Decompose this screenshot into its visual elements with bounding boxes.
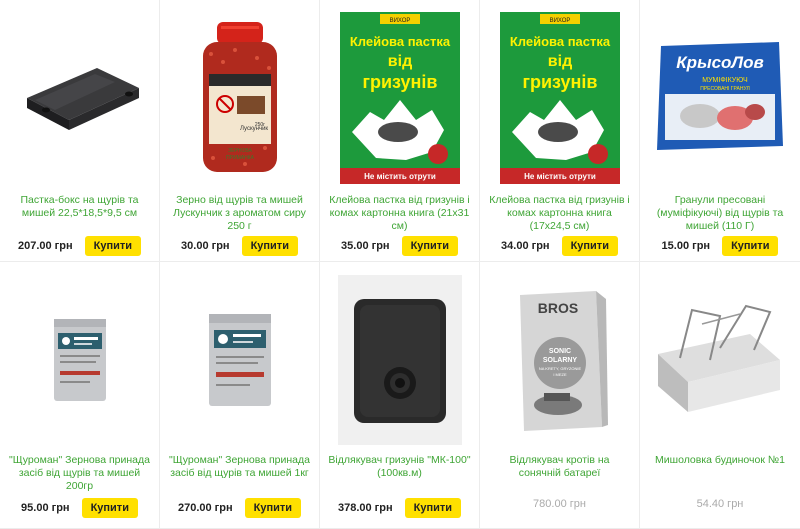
product-price: 378.00 грн xyxy=(337,502,393,514)
product-image-glue-trap[interactable]: ВИХОР Клейова пастка від гризунів Не міс… xyxy=(480,8,639,188)
product-card[interactable]: BROS SONIC SOLARNY NA KRETY, GRYZONIE I … xyxy=(480,262,640,529)
product-price: 15.00 грн xyxy=(661,240,711,252)
product-grid: Пастка-бокс на щурів та мишей 22,5*18,5*… xyxy=(0,0,800,529)
pack-headline-3: гризунів xyxy=(362,72,437,92)
product-card[interactable]: ВИХОР Клейова пастка від гризунів Не міс… xyxy=(320,0,480,262)
product-title[interactable]: Відлякувач гризунів "МК-100" (100кв.м) xyxy=(328,454,471,494)
buy-button[interactable]: Купити xyxy=(244,498,302,518)
product-price: 30.00 грн xyxy=(181,240,230,252)
product-price: 35.00 грн xyxy=(341,240,390,252)
product-card[interactable]: Мишоловка будиночок №1 54.40 грн xyxy=(640,262,800,529)
product-title[interactable]: Пастка-бокс на щурів та мишей 22,5*18,5*… xyxy=(8,194,151,234)
buy-button[interactable]: Купити xyxy=(404,498,462,518)
product-title[interactable]: Зерно від щурів та мишей Лускунчик з аро… xyxy=(168,194,311,234)
product-title[interactable]: Гранули пресовані (муміфікуючі) від щурі… xyxy=(648,194,792,234)
pack-headline-2: від xyxy=(387,53,411,70)
buy-button[interactable]: Купити xyxy=(84,236,142,256)
product-image-bait-box[interactable] xyxy=(0,8,159,188)
brand-logo: ВИХОР xyxy=(389,18,410,24)
buy-button[interactable]: Купити xyxy=(81,498,138,518)
box-line-3: NA KRETY, GRYZONIE xyxy=(538,366,581,371)
product-card[interactable]: Відлякувач гризунів "МК-100" (100кв.м) 3… xyxy=(320,262,480,529)
product-card[interactable]: ВИХОР Клейова пастка від гризунів Не міс… xyxy=(480,0,640,262)
product-card[interactable]: Лускунчик 250г ЗЕРНОВА ПРИМАНКА Зерно ві… xyxy=(160,0,320,262)
product-title[interactable]: Мишоловка будиночок №1 xyxy=(648,454,792,494)
product-title[interactable]: Клейова пастка від гризунів і комах карт… xyxy=(488,194,631,234)
product-card[interactable]: "Щуроман" Зернова принада засіб від щурі… xyxy=(0,262,160,529)
product-card[interactable]: КрысоЛов МУМІФІКУЮЧ ПРЕСОВАНІ ГРАНУЛ Гра… xyxy=(640,0,800,262)
product-image-bros-box[interactable]: BROS SONIC SOLARNY NA KRETY, GRYZONIE I … xyxy=(480,270,639,450)
product-price: 95.00 грн xyxy=(21,502,70,514)
jar-label-1: ЗЕРНОВА xyxy=(228,148,252,154)
product-image-house-trap[interactable] xyxy=(640,270,800,450)
product-price: 780.00 грн xyxy=(533,498,586,510)
product-title[interactable]: Клейова пастка від гризунів і комах карт… xyxy=(328,194,471,234)
pack-headline-1: Клейова пастка xyxy=(349,34,450,49)
box-line-2: SOLARNY xyxy=(542,357,577,364)
buy-button[interactable]: Купити xyxy=(561,236,618,256)
pack-headline-1: Клейова пастка xyxy=(509,34,610,49)
pack-headline-2: від xyxy=(547,53,571,70)
pack-footer: Не містить отрути xyxy=(524,172,596,181)
product-price: 34.00 грн xyxy=(501,240,550,252)
product-price: 54.40 грн xyxy=(696,498,744,510)
product-image-pouch[interactable] xyxy=(160,270,319,450)
product-card[interactable]: Пастка-бокс на щурів та мишей 22,5*18,5*… xyxy=(0,0,160,262)
pack-sub: МУМІФІКУЮЧ xyxy=(702,77,748,84)
product-image-grain-jar[interactable]: Лускунчик 250г ЗЕРНОВА ПРИМАНКА xyxy=(160,8,319,188)
pack-footer: Не містить отрути xyxy=(364,172,436,181)
buy-button[interactable]: Купити xyxy=(722,236,779,256)
product-price: 207.00 грн xyxy=(17,240,73,252)
product-title[interactable]: "Щуроман" Зернова принада засіб від щурі… xyxy=(8,454,151,494)
box-brand: BROS xyxy=(537,300,577,316)
jar-label-2: ПРИМАНКА xyxy=(226,155,255,161)
buy-button[interactable]: Купити xyxy=(401,236,458,256)
product-title[interactable]: "Щуроман" Зернова принада засіб від щурі… xyxy=(168,454,311,494)
brand-logo: ВИХОР xyxy=(549,18,570,24)
buy-button[interactable]: Купити xyxy=(241,236,298,256)
product-image-repeller[interactable] xyxy=(320,270,479,450)
box-line-4: I MEZE xyxy=(553,372,567,377)
product-title[interactable]: Відлякувач кротів на сонячній батареї xyxy=(488,454,631,494)
pack-sub2: ПРЕСОВАНІ ГРАНУЛ xyxy=(700,86,750,92)
pack-brand: КрысоЛов xyxy=(676,53,764,72)
product-card[interactable]: "Щуроман" Зернова принада засіб від щурі… xyxy=(160,262,320,529)
product-image-pouch[interactable] xyxy=(0,270,159,450)
box-line-1: SONIC xyxy=(548,348,570,355)
jar-weight: 250г xyxy=(254,122,264,128)
pack-headline-3: гризунів xyxy=(522,72,597,92)
product-image-krysolov[interactable]: КрысоЛов МУМІФІКУЮЧ ПРЕСОВАНІ ГРАНУЛ xyxy=(640,8,800,188)
product-price: 270.00 грн xyxy=(177,502,233,514)
product-image-glue-trap[interactable]: ВИХОР Клейова пастка від гризунів Не міс… xyxy=(320,8,479,188)
